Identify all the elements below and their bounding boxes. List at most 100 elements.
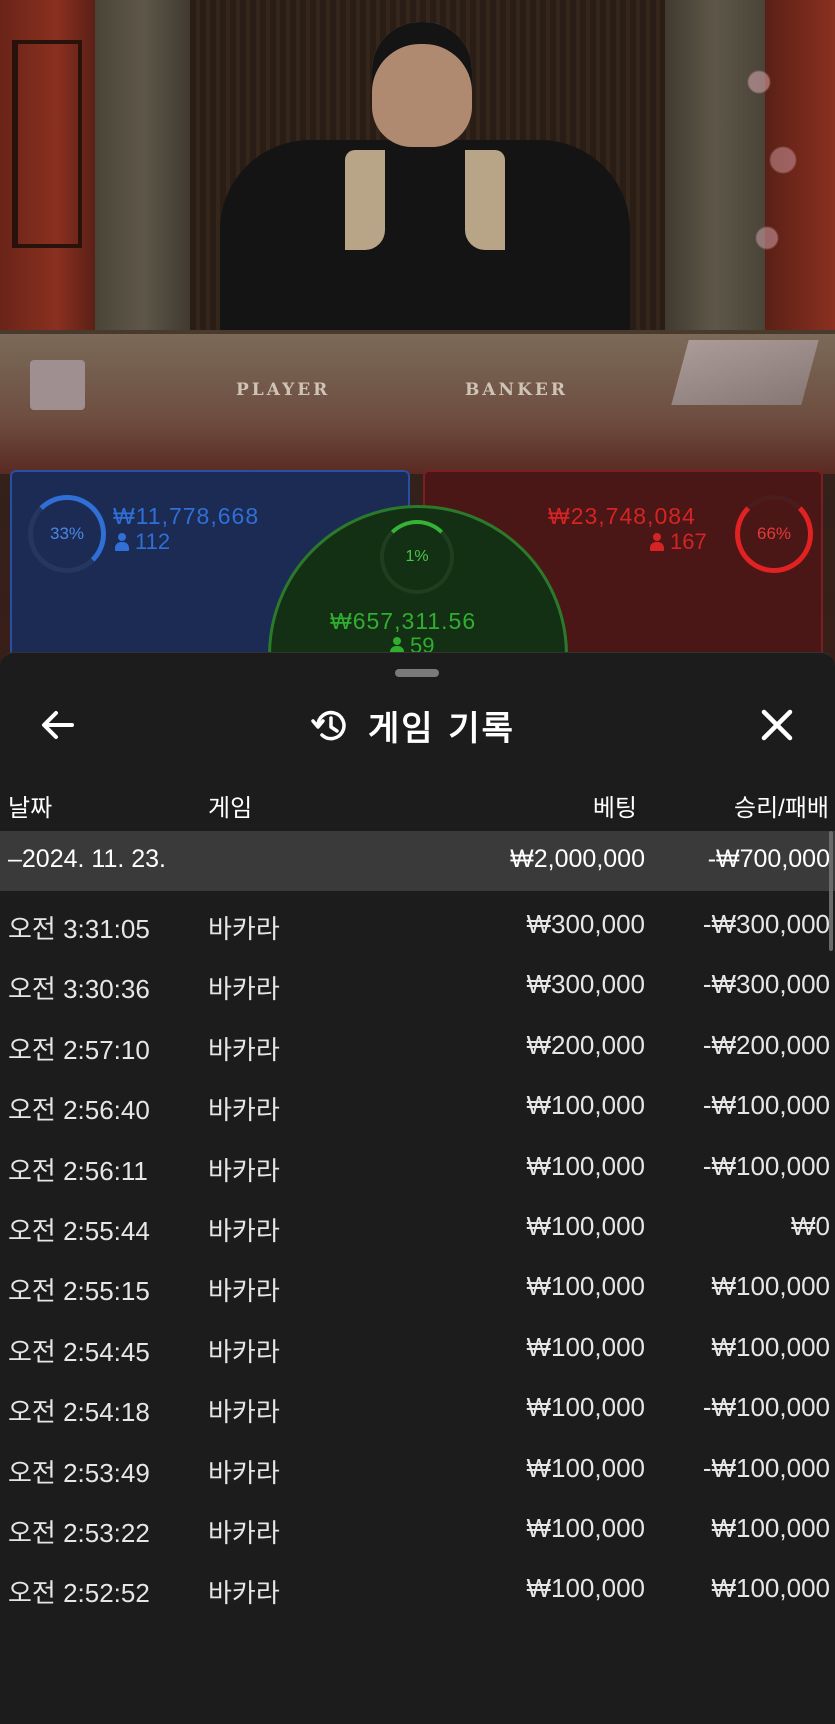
dealer-vest-right	[465, 150, 505, 250]
row-bet: ₩100,000	[526, 1452, 645, 1483]
row-game: 바카라	[208, 974, 280, 1005]
close-button[interactable]	[755, 703, 799, 747]
dealer-head	[372, 22, 472, 147]
row-time: 오전 2:53:49	[8, 1457, 150, 1488]
banker-percent: 66%	[756, 524, 792, 543]
close-icon	[761, 709, 793, 741]
row-time: 오전 2:55:44	[8, 1215, 150, 1246]
banker-bettor-count: 167	[650, 529, 707, 555]
arrow-left-icon	[42, 711, 74, 739]
row-game: 바카라	[208, 914, 280, 944]
row-result: ₩100,000	[711, 1573, 830, 1604]
history-row[interactable]: 오전 2:56:11 바카라 ₩100,000 -₩100,000	[0, 1133, 835, 1193]
row-bet: ₩100,000	[526, 1573, 645, 1604]
sheet-title: 게임 기록	[368, 709, 515, 749]
row-result: -₩300,000	[702, 909, 830, 939]
sheet-drag-handle[interactable]	[395, 669, 439, 677]
pillar-left	[95, 0, 190, 330]
player-percent: 33%	[49, 524, 85, 543]
history-row[interactable]: 오전 2:55:44 바카라 ₩100,000 ₩0	[0, 1193, 835, 1253]
banker-percent-ring: 66%	[735, 495, 813, 573]
game-history-sheet: 게임 기록 날짜 게임 베팅 승리/패배 –2024. 11. 23. ₩2,0…	[0, 652, 835, 1724]
user-icon	[115, 533, 129, 551]
row-time: 오전 2:57:10	[8, 1034, 150, 1065]
row-bet: ₩200,000	[526, 1029, 645, 1060]
back-button[interactable]	[36, 703, 80, 747]
row-result: -₩200,000	[702, 1029, 830, 1060]
row-game: 바카라	[208, 1215, 280, 1246]
row-bet: ₩300,000	[526, 909, 645, 939]
row-result: -₩100,000	[702, 1452, 830, 1483]
row-bet: ₩100,000	[526, 1512, 645, 1543]
row-time: 오전 2:55:15	[8, 1276, 150, 1307]
row-game: 바카라	[208, 1155, 280, 1186]
tie-percent-ring: 1%	[380, 520, 454, 594]
history-row[interactable]: 오전 3:30:36 바카라 ₩300,000 -₩300,000	[0, 951, 835, 1011]
history-row[interactable]: 오전 2:53:49 바카라 ₩100,000 -₩100,000	[0, 1435, 835, 1495]
row-bet: ₩100,000	[526, 1392, 645, 1423]
column-header-date[interactable]: 날짜	[8, 788, 52, 823]
date-summary-row[interactable]: –2024. 11. 23. ₩2,000,000 -₩700,000	[0, 831, 835, 891]
column-header-game[interactable]: 게임	[208, 788, 252, 823]
row-game: 바카라	[208, 1517, 280, 1548]
row-result: ₩100,000	[711, 1512, 830, 1543]
row-time: 오전 2:53:22	[8, 1517, 150, 1548]
table-label-banker: BANKER	[465, 380, 568, 400]
summary-bet-total: ₩2,000,000	[510, 845, 645, 873]
row-time: 오전 2:56:11	[8, 1155, 148, 1186]
row-time: 오전 2:54:18	[8, 1397, 150, 1428]
row-game: 바카라	[208, 1095, 280, 1126]
row-bet: ₩100,000	[526, 1271, 645, 1302]
history-row[interactable]: 오전 3:31:05 바카라 ₩300,000 -₩300,000	[0, 891, 835, 951]
history-row[interactable]: 오전 2:55:15 바카라 ₩100,000 ₩100,000	[0, 1253, 835, 1313]
row-result: -₩300,000	[702, 969, 830, 1000]
history-row[interactable]: 오전 2:54:45 바카라 ₩100,000 ₩100,000	[0, 1314, 835, 1374]
row-time: 오전 3:30:36	[8, 974, 150, 1005]
tie-percent: 1%	[405, 548, 429, 565]
row-result: ₩100,000	[711, 1331, 830, 1362]
history-row[interactable]: 오전 2:57:10 바카라 ₩200,000 -₩200,000	[0, 1012, 835, 1072]
row-bet: ₩100,000	[526, 1210, 645, 1241]
sheet-title-group: 게임 기록	[310, 701, 515, 750]
history-row[interactable]: 오전 2:54:18 바카라 ₩100,000 -₩100,000	[0, 1374, 835, 1434]
history-list: 오전 3:31:05 바카라 ₩300,000 -₩300,000 오전 3:3…	[0, 891, 835, 1616]
dealer-body	[220, 140, 630, 360]
row-result: -₩100,000	[702, 1090, 830, 1121]
sheet-header: 게임 기록	[0, 683, 835, 763]
wall-panel-left	[0, 0, 95, 330]
row-result: ₩0	[791, 1210, 830, 1241]
column-header-result[interactable]: 승리/패배	[734, 788, 829, 823]
player-bettor-number: 112	[135, 529, 171, 554]
row-time: 오전 2:54:45	[8, 1336, 150, 1367]
live-video: PLAYER BANKER 33% ₩11,778,668 112 1% ₩65…	[0, 0, 835, 700]
card-shoe	[671, 340, 819, 405]
banker-bet-amount: ₩23,748,084	[548, 503, 696, 529]
row-game: 바카라	[208, 1276, 280, 1307]
row-bet: ₩100,000	[526, 1331, 645, 1362]
history-row[interactable]: 오전 2:53:22 바카라 ₩100,000 ₩100,000	[0, 1495, 835, 1555]
row-result: -₩100,000	[702, 1392, 830, 1423]
history-row[interactable]: 오전 2:56:40 바카라 ₩100,000 -₩100,000	[0, 1072, 835, 1132]
dealer-vest-left	[345, 150, 385, 250]
row-game: 바카라	[208, 1034, 280, 1065]
history-icon	[311, 710, 346, 740]
cherry-blossom-decoration	[735, 30, 815, 290]
row-time: 오전 2:56:40	[8, 1095, 150, 1126]
player-bettor-count: 112	[115, 529, 170, 555]
row-game: 바카라	[208, 1457, 280, 1488]
user-icon	[650, 533, 664, 551]
discard-tray	[30, 360, 85, 410]
row-game: 바카라	[208, 1336, 280, 1367]
row-time: 오전 2:52:52	[8, 1578, 150, 1609]
table-label-player: PLAYER	[236, 380, 331, 400]
row-bet: ₩100,000	[526, 1150, 645, 1181]
row-bet: ₩300,000	[526, 969, 645, 1000]
player-percent-ring: 33%	[28, 495, 106, 573]
row-result: -₩100,000	[702, 1150, 830, 1181]
row-time: 오전 3:31:05	[8, 914, 150, 944]
history-row[interactable]: 오전 2:52:52 바카라 ₩100,000 ₩100,000	[0, 1555, 835, 1615]
row-bet: ₩100,000	[526, 1090, 645, 1121]
summary-result-total: -₩700,000	[707, 845, 830, 873]
row-result: ₩100,000	[711, 1271, 830, 1302]
column-header-bet[interactable]: 베팅	[593, 788, 637, 823]
